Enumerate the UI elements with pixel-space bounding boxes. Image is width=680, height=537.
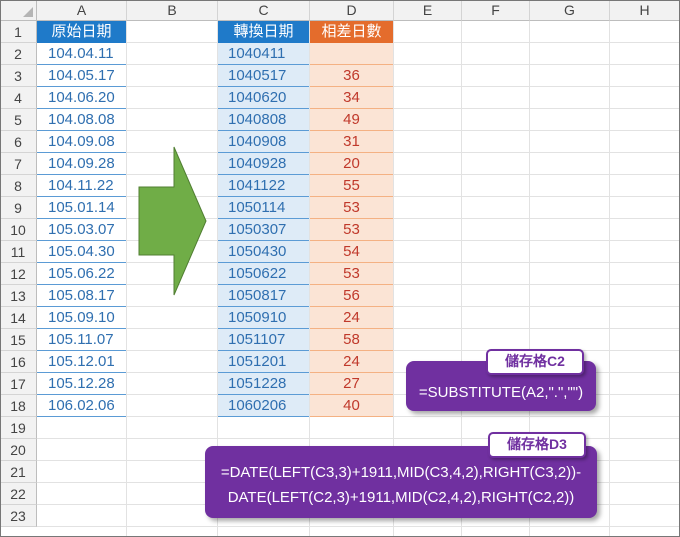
cell-a17[interactable]: 105.12.28 <box>37 373 126 395</box>
cell-c2[interactable]: 1040411 <box>218 43 309 65</box>
cell-a18[interactable]: 106.02.06 <box>37 395 126 417</box>
cell-c6[interactable]: 1040908 <box>218 131 309 153</box>
cell-d11[interactable]: 54 <box>310 241 393 263</box>
gridline-horizontal <box>37 526 680 527</box>
row-header-6[interactable]: 6 <box>0 131 37 153</box>
cell-d10[interactable]: 53 <box>310 219 393 241</box>
cell-c4[interactable]: 1040620 <box>218 87 309 109</box>
cell-d3[interactable]: 36 <box>310 65 393 87</box>
cell-a10[interactable]: 105.03.07 <box>37 219 126 241</box>
column-header-f[interactable]: F <box>462 0 530 21</box>
row-header-17[interactable]: 17 <box>0 373 37 395</box>
cell-c16[interactable]: 1051201 <box>218 351 309 373</box>
row-header-1[interactable]: 1 <box>0 21 37 43</box>
row-header-22[interactable]: 22 <box>0 483 37 505</box>
row-header-2[interactable]: 2 <box>0 43 37 65</box>
cell-a4[interactable]: 104.06.20 <box>37 87 126 109</box>
cell-d16[interactable]: 24 <box>310 351 393 373</box>
row-header-15[interactable]: 15 <box>0 329 37 351</box>
right-arrow-shape <box>138 146 207 296</box>
cell-d7[interactable]: 20 <box>310 153 393 175</box>
cell-d1-header[interactable]: 相差日數 <box>310 21 393 43</box>
cell-a13[interactable]: 105.08.17 <box>37 285 126 307</box>
cell-d17[interactable]: 27 <box>310 373 393 395</box>
callout-d3-formula-line2: DATE(LEFT(C2,3)+1911,MID(C2,4,2),RIGHT(C… <box>227 489 575 506</box>
row-header-13[interactable]: 13 <box>0 285 37 307</box>
cell-d5[interactable]: 49 <box>310 109 393 131</box>
cell-d14[interactable]: 24 <box>310 307 393 329</box>
cell-c18[interactable]: 1060206 <box>218 395 309 417</box>
cell-c3[interactable]: 1040517 <box>218 65 309 87</box>
select-all-triangle-icon <box>23 7 33 17</box>
cell-a16[interactable]: 105.12.01 <box>37 351 126 373</box>
row-header-5[interactable]: 5 <box>0 109 37 131</box>
cell-d18[interactable]: 40 <box>310 395 393 417</box>
cell-c14[interactable]: 1050910 <box>218 307 309 329</box>
cell-c7[interactable]: 1040928 <box>218 153 309 175</box>
cell-a9[interactable]: 105.01.14 <box>37 197 126 219</box>
column-header-h[interactable]: H <box>610 0 680 21</box>
cell-d15[interactable]: 58 <box>310 329 393 351</box>
row-header-11[interactable]: 11 <box>0 241 37 263</box>
cell-a15[interactable]: 105.11.07 <box>37 329 126 351</box>
cell-c15[interactable]: 1051107 <box>218 329 309 351</box>
spreadsheet: ABCDEFGH 1 2 3 4 5 6 7 8 9 10 11 12 13 14 15 16 17 18 19 20… <box>0 0 680 537</box>
cell-d13[interactable]: 56 <box>310 285 393 307</box>
row-header-20[interactable]: 20 <box>0 439 37 461</box>
row-header-7[interactable]: 7 <box>0 153 37 175</box>
row-header-19[interactable]: 19 <box>0 417 37 439</box>
row-header-9[interactable]: 9 <box>0 197 37 219</box>
row-header-23[interactable]: 23 <box>0 505 37 527</box>
cell-a3[interactable]: 104.05.17 <box>37 65 126 87</box>
row-header-10[interactable]: 10 <box>0 219 37 241</box>
callout-c2-formula: =SUBSTITUTE(A2,".","") <box>418 384 584 401</box>
cell-a8[interactable]: 104.11.22 <box>37 175 126 197</box>
row-header-8[interactable]: 8 <box>0 175 37 197</box>
cell-a11[interactable]: 105.04.30 <box>37 241 126 263</box>
select-all-corner[interactable] <box>0 0 37 21</box>
row-header-12[interactable]: 12 <box>0 263 37 285</box>
cell-d2[interactable] <box>310 43 393 65</box>
row-header-18[interactable]: 18 <box>0 395 37 417</box>
callout-d3-label: 儲存格D3 <box>488 432 586 458</box>
column-header-d[interactable]: D <box>310 0 394 21</box>
callout-d3-formula-line1: =DATE(LEFT(C3,3)+1911,MID(C3,4,2),RIGHT(… <box>220 464 582 481</box>
row-header-21[interactable]: 21 <box>0 461 37 483</box>
row-header-3[interactable]: 3 <box>0 65 37 87</box>
cell-c12[interactable]: 1050622 <box>218 263 309 285</box>
cell-d6[interactable]: 31 <box>310 131 393 153</box>
column-header-a[interactable]: A <box>37 0 127 21</box>
cell-c5[interactable]: 1040808 <box>218 109 309 131</box>
cell-a6[interactable]: 104.09.08 <box>37 131 126 153</box>
column-header-e[interactable]: E <box>394 0 462 21</box>
cell-a1-header[interactable]: 原始日期 <box>37 21 126 43</box>
row-header-14[interactable]: 14 <box>0 307 37 329</box>
cell-c9[interactable]: 1050114 <box>218 197 309 219</box>
column-header-g[interactable]: G <box>530 0 610 21</box>
cell-d9[interactable]: 53 <box>310 197 393 219</box>
cell-c11[interactable]: 1050430 <box>218 241 309 263</box>
cell-a5[interactable]: 104.08.08 <box>37 109 126 131</box>
column-header-c[interactable]: C <box>218 0 310 21</box>
cell-d12[interactable]: 53 <box>310 263 393 285</box>
cell-c1-header[interactable]: 轉換日期 <box>218 21 309 43</box>
cell-c10[interactable]: 1050307 <box>218 219 309 241</box>
cell-c17[interactable]: 1051228 <box>218 373 309 395</box>
cell-c8[interactable]: 1041122 <box>218 175 309 197</box>
cell-d8[interactable]: 55 <box>310 175 393 197</box>
cell-a2[interactable]: 104.04.11 <box>37 43 126 65</box>
cell-a12[interactable]: 105.06.22 <box>37 263 126 285</box>
column-header-b[interactable]: B <box>127 0 218 21</box>
callout-c2-label: 儲存格C2 <box>486 349 584 375</box>
cell-c13[interactable]: 1050817 <box>218 285 309 307</box>
cell-a7[interactable]: 104.09.28 <box>37 153 126 175</box>
row-header-16[interactable]: 16 <box>0 351 37 373</box>
cell-a14[interactable]: 105.09.10 <box>37 307 126 329</box>
cell-d4[interactable]: 34 <box>310 87 393 109</box>
row-header-4[interactable]: 4 <box>0 87 37 109</box>
